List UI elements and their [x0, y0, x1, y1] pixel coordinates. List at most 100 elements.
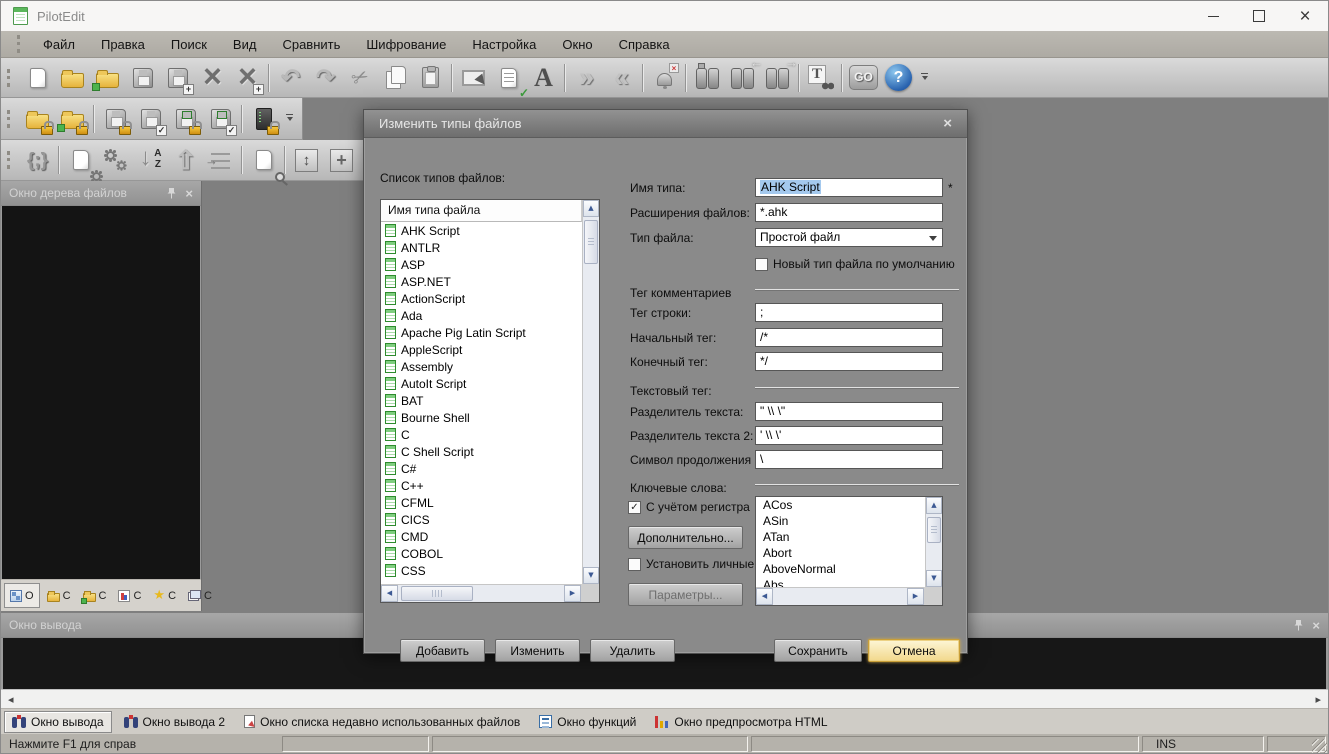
panel-tab-windows[interactable]: С: [183, 583, 217, 608]
indent-left-icon[interactable]: [604, 60, 639, 96]
end-tag-input[interactable]: */: [755, 352, 943, 371]
line-tag-input[interactable]: ;: [755, 303, 943, 322]
resize-grip[interactable]: [1312, 739, 1327, 754]
panel-tab-tree[interactable]: О: [4, 583, 40, 608]
name-type-input[interactable]: AHK Script: [755, 178, 943, 197]
keyword-row[interactable]: Abort: [756, 545, 925, 561]
delete-button[interactable]: Удалить: [590, 639, 675, 662]
menu-item[interactable]: Окно: [549, 31, 605, 58]
upload-locked-icon[interactable]: [168, 101, 203, 137]
menubar-grip[interactable]: [17, 35, 22, 53]
output-hscrollbar[interactable]: [1, 689, 1328, 708]
dock-tab-functions[interactable]: Окно функций: [532, 711, 643, 733]
undo-icon[interactable]: [273, 60, 308, 96]
menu-item[interactable]: Поиск: [158, 31, 220, 58]
find-in-files-icon[interactable]: [803, 60, 838, 96]
menu-item[interactable]: Шифрование: [353, 31, 459, 58]
file-type-list-header[interactable]: Имя типа файла: [381, 200, 582, 222]
fit-vertical-icon[interactable]: [289, 142, 324, 178]
indent-lines-icon[interactable]: [203, 142, 238, 178]
save-icon[interactable]: [125, 60, 160, 96]
file-type-row[interactable]: C Shell Script: [381, 443, 582, 460]
toolbar-grip[interactable]: [7, 151, 12, 169]
select-icon[interactable]: [456, 60, 491, 96]
scroll-down-button[interactable]: [583, 567, 599, 584]
minimize-button[interactable]: [1190, 1, 1236, 31]
toolbar-grip[interactable]: [7, 110, 12, 128]
scroll-left-icon[interactable]: [8, 694, 14, 705]
file-type-row[interactable]: CFML: [381, 494, 582, 511]
file-tree-content[interactable]: [2, 206, 200, 579]
menu-item[interactable]: Настройка: [459, 31, 549, 58]
file-type-row[interactable]: Ada: [381, 307, 582, 324]
save-locked-icon[interactable]: [98, 101, 133, 137]
cut-icon[interactable]: [343, 60, 378, 96]
open-folder-locked-icon[interactable]: [20, 101, 55, 137]
scroll-up-button[interactable]: [926, 497, 942, 514]
file-type-row[interactable]: COBOL: [381, 545, 582, 562]
copy-icon[interactable]: [378, 60, 413, 96]
keyword-row[interactable]: Abs: [756, 577, 925, 587]
file-type-row[interactable]: AHK Script: [381, 222, 582, 239]
file-type-row[interactable]: ActionScript: [381, 290, 582, 307]
menu-item[interactable]: Вид: [220, 31, 270, 58]
file-type-row[interactable]: Bourne Shell: [381, 409, 582, 426]
open-file-icon[interactable]: [55, 60, 90, 96]
upload-verified-icon[interactable]: [203, 101, 238, 137]
save-button[interactable]: Сохранить: [774, 639, 862, 662]
scroll-right-button[interactable]: [907, 588, 924, 605]
file-type-row[interactable]: CICS: [381, 511, 582, 528]
vscroll-thumb[interactable]: [584, 220, 598, 264]
find-next-icon[interactable]: [760, 60, 795, 96]
file-type-dropdown[interactable]: Простой файл: [755, 228, 943, 247]
text-sep-input[interactable]: " \\ \": [755, 402, 943, 421]
pin-icon[interactable]: [167, 187, 176, 199]
help-icon[interactable]: [881, 60, 916, 96]
find-previous-icon[interactable]: [725, 60, 760, 96]
panel-tab-ftp[interactable]: С: [78, 583, 112, 608]
scroll-down-button[interactable]: [926, 570, 942, 587]
menu-item[interactable]: Правка: [88, 31, 158, 58]
server-locked-icon[interactable]: [246, 101, 281, 137]
save-as-icon[interactable]: [160, 60, 195, 96]
cancel-button[interactable]: Отмена: [868, 639, 960, 662]
keyword-row[interactable]: ASin: [756, 513, 925, 529]
dock-tab-html-preview[interactable]: Окно предпросмотра HTML: [648, 711, 834, 733]
file-type-row[interactable]: C#: [381, 460, 582, 477]
maximize-button[interactable]: [1236, 1, 1282, 31]
go-icon[interactable]: [846, 60, 881, 96]
panel-close-icon[interactable]: [185, 187, 193, 200]
scroll-left-button[interactable]: [756, 588, 773, 605]
close-all-icon[interactable]: [230, 60, 265, 96]
file-type-row[interactable]: Apache Pig Latin Script: [381, 324, 582, 341]
toolbar-grip[interactable]: [7, 69, 12, 87]
text-sep2-input[interactable]: ' \\ \': [755, 426, 943, 445]
file-type-row[interactable]: AutoIt Script: [381, 375, 582, 392]
chevron-down-icon[interactable]: [929, 236, 937, 245]
panel-tab-folder[interactable]: С: [42, 583, 76, 608]
scroll-right-button[interactable]: [564, 585, 581, 602]
settings-gears-icon[interactable]: [98, 142, 133, 178]
file-type-row[interactable]: CMD: [381, 528, 582, 545]
case-sensitive-checkbox[interactable]: С учётом регистра: [628, 500, 750, 514]
panel-tab-chart[interactable]: С: [113, 583, 146, 608]
file-type-row[interactable]: C++: [381, 477, 582, 494]
extensions-input[interactable]: *.ahk: [755, 203, 943, 222]
indent-right-icon[interactable]: [569, 60, 604, 96]
paste-icon[interactable]: [413, 60, 448, 96]
expand-icon[interactable]: [324, 142, 359, 178]
move-up-icon[interactable]: [168, 142, 203, 178]
file-type-row[interactable]: ANTLR: [381, 239, 582, 256]
private-settings-checkbox[interactable]: Установить личные па: [628, 557, 754, 571]
file-type-row[interactable]: C: [381, 426, 582, 443]
scroll-up-button[interactable]: [583, 200, 599, 217]
dock-tab-recent-files[interactable]: Окно списка недавно использованных файло…: [237, 711, 527, 733]
menu-item[interactable]: Справка: [606, 31, 683, 58]
sort-az-icon[interactable]: [133, 142, 168, 178]
menu-item[interactable]: Файл: [30, 31, 88, 58]
dialog-close-icon[interactable]: [943, 116, 952, 131]
keyword-row[interactable]: AboveNormal: [756, 561, 925, 577]
edit-button[interactable]: Изменить: [495, 639, 580, 662]
dock-tab-output[interactable]: Окно вывода: [4, 711, 112, 733]
font-icon[interactable]: [526, 60, 561, 96]
